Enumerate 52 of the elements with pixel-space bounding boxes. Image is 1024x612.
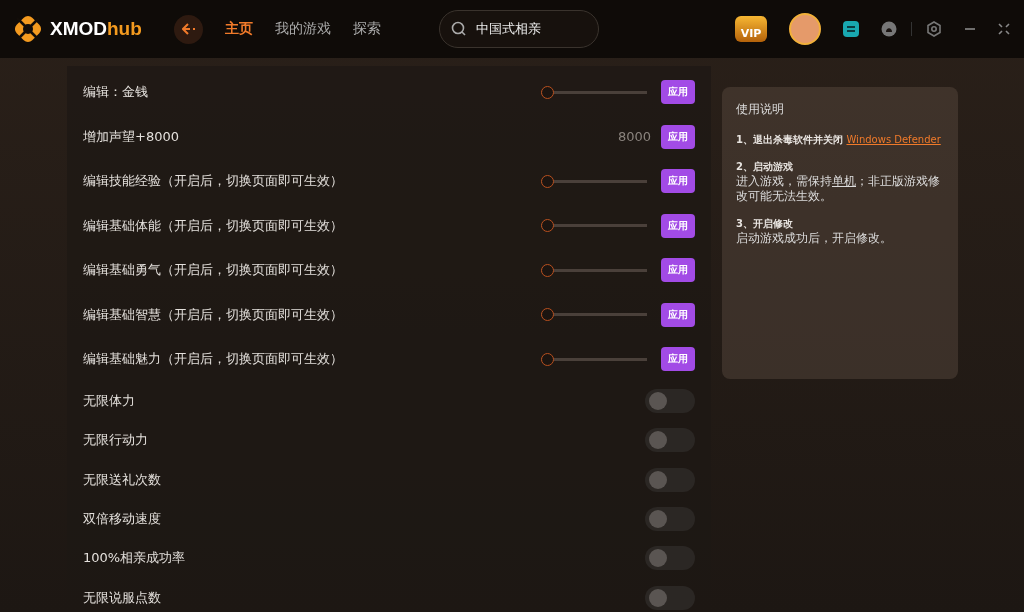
slider-thumb[interactable] — [541, 174, 554, 188]
step-text: 进入游戏，需保持单机；非正版游戏修改可能无法生效。 — [736, 174, 941, 204]
step-heading: 2、启动游戏 — [736, 160, 794, 174]
back-button[interactable] — [174, 14, 203, 44]
apply-button[interactable]: 应用 — [661, 80, 695, 105]
option-label: 无限行动力 — [83, 431, 149, 450]
apply-button[interactable]: 应用 — [661, 302, 695, 327]
apply-button[interactable]: 应用 — [661, 213, 695, 238]
arrow-left-icon — [181, 23, 196, 35]
value-text: 8000 — [617, 129, 651, 145]
instructions-title: 使用说明 — [736, 101, 785, 118]
option-label: 100%相亲成功率 — [83, 549, 187, 568]
option-label: 编辑基础勇气（开启后，切换页面即可生效） — [83, 261, 344, 280]
slider-thumb[interactable] — [541, 308, 554, 322]
option-label: 编辑：金钱 — [83, 83, 149, 102]
step-text: 启动游戏成功后，开启修改。 — [736, 231, 893, 246]
option-label: 双倍移动速度 — [83, 510, 162, 529]
nav-tab[interactable]: 我的游戏 — [275, 20, 331, 38]
option-label: 编辑基础魅力（开启后，切换页面即可生效） — [83, 350, 344, 369]
slider-thumb[interactable] — [541, 352, 554, 366]
slider-thumb[interactable] — [541, 219, 554, 233]
step-heading: 1、退出杀毒软件并关闭 Windows Defender — [736, 133, 942, 147]
nav-tab[interactable]: 探索 — [353, 20, 381, 38]
toggle-switch[interactable] — [645, 546, 695, 571]
option-label: 无限送礼次数 — [83, 470, 162, 489]
toggle-switch[interactable] — [645, 467, 695, 492]
apply-button[interactable]: 应用 — [661, 347, 695, 372]
option-label: 编辑基础智慧（开启后，切换页面即可生效） — [83, 305, 344, 324]
search-field[interactable]: 中国式相亲 — [439, 10, 599, 48]
avatar[interactable] — [789, 13, 821, 45]
apply-button[interactable]: 应用 — [661, 258, 695, 283]
slider-thumb[interactable] — [541, 263, 554, 277]
apply-button[interactable]: 应用 — [661, 124, 695, 149]
toggle-switch[interactable] — [645, 389, 695, 414]
windows-defender-link[interactable]: Windows Defender — [846, 134, 941, 145]
toggle-switch[interactable] — [645, 585, 695, 610]
step-heading: 3、开启修改 — [736, 217, 794, 231]
slider-thumb[interactable] — [541, 85, 554, 99]
logo-text: XMODhub — [50, 18, 142, 40]
settings-icon[interactable] — [926, 21, 942, 37]
option-label: 增加声望+8000 — [83, 127, 180, 146]
option-label: 无限说服点数 — [83, 588, 162, 607]
nav-tab[interactable]: 主页 — [225, 20, 253, 38]
option-label: 无限体力 — [83, 392, 136, 411]
option-label: 编辑基础体能（开启后，切换页面即可生效） — [83, 216, 344, 235]
toggle-switch[interactable] — [645, 428, 695, 453]
offline-link[interactable]: 单机 — [832, 174, 856, 188]
option-label: 编辑技能经验（开启后，切换页面即可生效） — [83, 172, 344, 191]
vip-badge[interactable]: VIP — [735, 16, 767, 42]
toggle-switch[interactable] — [645, 507, 695, 532]
apply-button[interactable]: 应用 — [661, 169, 695, 194]
switch-icon[interactable] — [843, 21, 859, 37]
